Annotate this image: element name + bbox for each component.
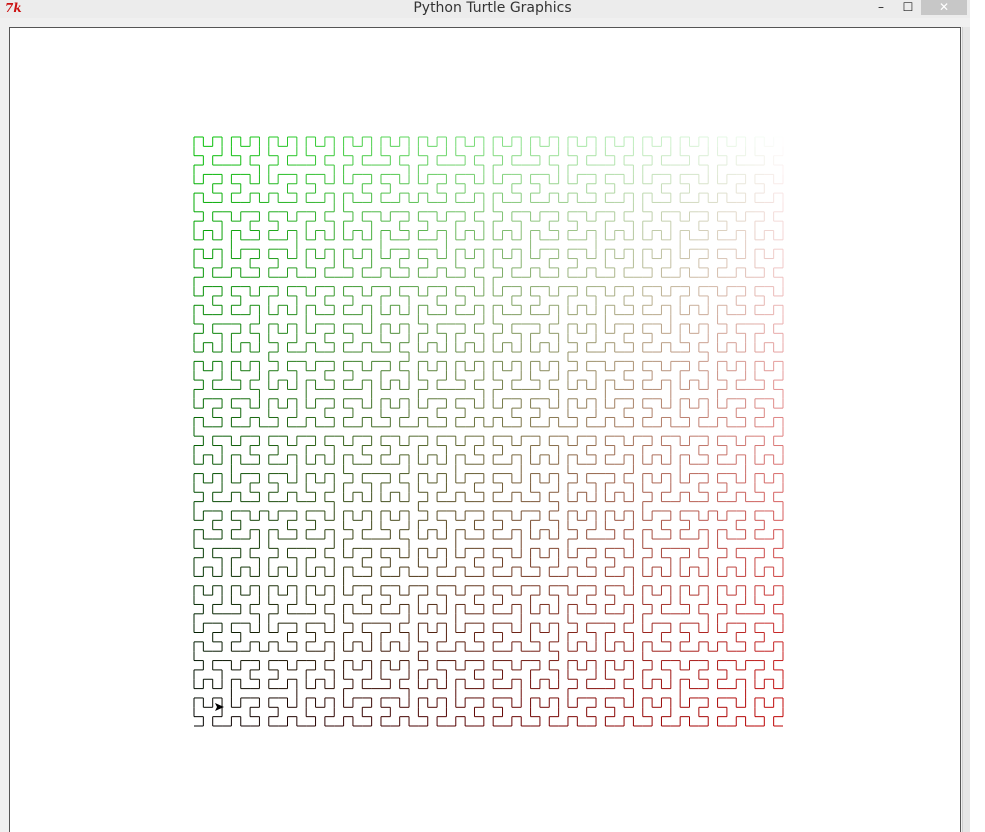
turtle-cursor-icon xyxy=(215,703,224,711)
hilbert-curve-drawing xyxy=(193,136,784,727)
hilbert-curve xyxy=(193,136,784,727)
